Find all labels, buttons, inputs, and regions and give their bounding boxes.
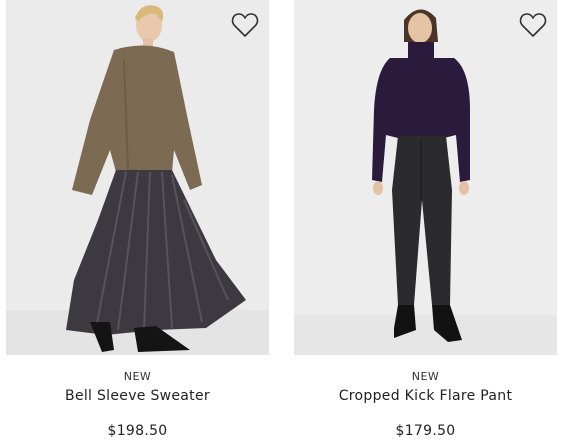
model-photo <box>294 0 557 355</box>
product-name[interactable]: Bell Sleeve Sweater <box>6 388 269 404</box>
add-to-wishlist-button[interactable] <box>231 12 259 38</box>
product-grid: NEW Bell Sleeve Sweater $198.50 NEW Crop… <box>0 0 563 447</box>
product-name[interactable]: Cropped Kick Flare Pant <box>294 388 557 404</box>
heart-outline-icon <box>231 13 259 37</box>
new-badge: NEW <box>123 370 152 383</box>
heart-outline-icon <box>519 13 547 37</box>
product-image[interactable] <box>6 0 269 355</box>
product-card-bell-sleeve-sweater[interactable]: NEW Bell Sleeve Sweater $198.50 <box>6 0 269 439</box>
new-badge: NEW <box>411 370 440 383</box>
product-price: $198.50 <box>107 423 168 439</box>
product-price: $179.50 <box>395 423 456 439</box>
add-to-wishlist-button[interactable] <box>519 12 547 38</box>
model-photo <box>6 0 269 355</box>
product-image[interactable] <box>294 0 557 355</box>
product-card-cropped-kick-flare-pant[interactable]: NEW Cropped Kick Flare Pant $179.50 <box>294 0 557 439</box>
